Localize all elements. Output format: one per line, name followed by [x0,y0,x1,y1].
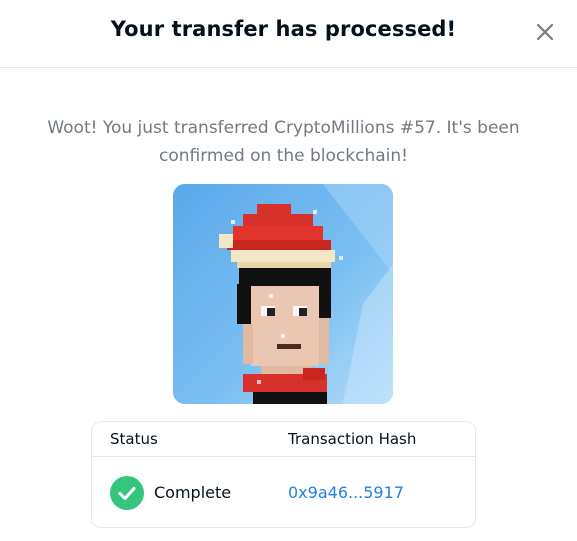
confirmation-message: Woot! You just transferred CryptoMillion… [47,118,520,166]
status-column-header: Status [110,430,158,448]
check-icon [110,476,144,510]
modal-header: Your transfer has processed! [0,0,577,68]
transfer-success-modal: Your transfer has processed! Woot! You j… [0,0,577,541]
nft-image [173,184,393,404]
status-value: Complete [154,483,232,502]
modal-title: Your transfer has processed! [110,17,457,41]
hash-column-header: Transaction Hash [288,430,417,448]
close-button[interactable] [532,19,558,45]
transaction-table: Status Transaction Hash Complete 0x9a46.… [91,421,476,528]
close-icon [536,23,554,41]
table-header-row: Status Transaction Hash [92,422,475,457]
transaction-hash-link[interactable]: 0x9a46...5917 [288,483,404,502]
table-row: Complete 0x9a46...5917 [92,458,475,528]
